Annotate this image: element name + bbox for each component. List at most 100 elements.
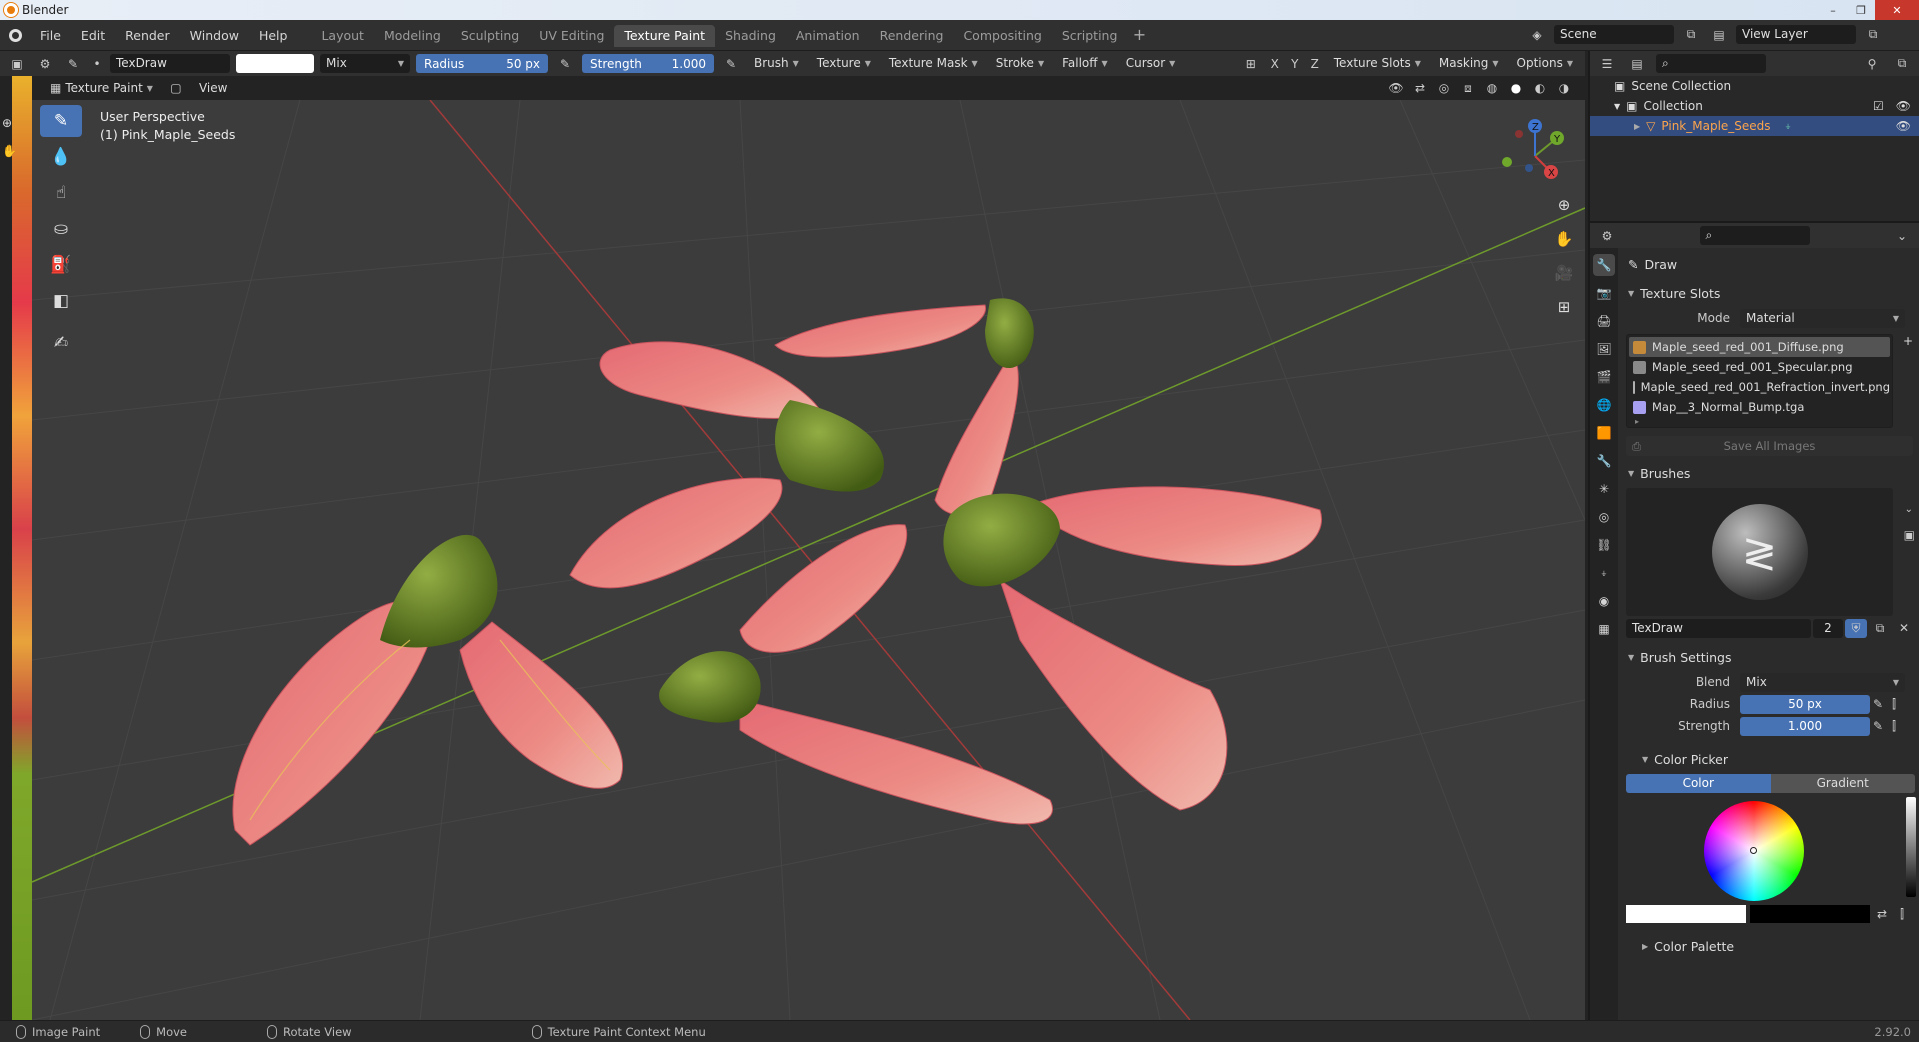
zoom-icon[interactable]: ⊕: [2, 116, 12, 130]
tab-scripting[interactable]: Scripting: [1052, 25, 1128, 47]
tab-color[interactable]: Color: [1626, 774, 1771, 793]
masking-menu[interactable]: Masking ▼: [1433, 54, 1505, 73]
view-layer-field[interactable]: View Layer: [1736, 25, 1856, 44]
mirror-x-toggle[interactable]: X: [1268, 54, 1282, 73]
stroke-menu[interactable]: Stroke ▼: [990, 54, 1050, 73]
brush-name-field[interactable]: TexDraw: [110, 54, 230, 73]
texture-slot-item[interactable]: Maple_seed_red_001_Diffuse.png: [1629, 337, 1890, 357]
color-wheel-cursor[interactable]: [1750, 847, 1757, 854]
falloff-menu[interactable]: Falloff ▼: [1056, 54, 1114, 73]
brush-icon[interactable]: ✎: [62, 54, 84, 73]
gizmo-toggle-icon[interactable]: ⇄: [1409, 79, 1431, 98]
object-tab-icon[interactable]: 🟧: [1593, 422, 1615, 444]
visibility-icon[interactable]: 👁: [1385, 79, 1407, 98]
constraints-tab-icon[interactable]: ⛓: [1593, 534, 1615, 556]
duplicate-brush-icon[interactable]: ⧉: [1869, 619, 1891, 638]
tab-rendering[interactable]: Rendering: [870, 25, 954, 47]
color-swatch[interactable]: [236, 54, 314, 73]
draw-brush-icon[interactable]: ✎: [40, 105, 82, 137]
brush-menu[interactable]: Brush ▼: [748, 54, 805, 73]
texture-slots-menu[interactable]: Texture Slots ▼: [1328, 54, 1427, 73]
tool-options-icon[interactable]: ⚙: [34, 54, 56, 73]
menu-help[interactable]: Help: [249, 20, 298, 51]
display-mode-icon[interactable]: ▤: [1626, 54, 1648, 73]
scene-tab-icon[interactable]: 🎬: [1593, 366, 1615, 388]
tab-modeling[interactable]: Modeling: [374, 25, 451, 47]
material-shading-icon[interactable]: ◐: [1529, 79, 1551, 98]
tab-animation[interactable]: Animation: [786, 25, 870, 47]
fake-user-shield-icon[interactable]: ⛨: [1845, 618, 1867, 638]
tool-tab-icon[interactable]: 🔧: [1593, 254, 1615, 276]
gizmo-neg-z-icon[interactable]: [1525, 164, 1533, 172]
options-menu[interactable]: Options ▼: [1511, 54, 1579, 73]
texture-tab-icon[interactable]: ▦: [1593, 618, 1615, 640]
strength-slider[interactable]: Strength 1.000: [582, 54, 714, 73]
symmetry-icon[interactable]: ⊞: [1240, 54, 1262, 73]
secondary-color-swatch[interactable]: [1750, 905, 1870, 923]
strength-pressure-toggle-icon[interactable]: ✎: [1870, 717, 1886, 736]
radius-slider[interactable]: Radius 50 px: [416, 54, 548, 73]
menu-render[interactable]: Render: [115, 20, 180, 51]
pan-view-icon[interactable]: ✋: [1551, 226, 1577, 252]
brush-radius-slider[interactable]: 50 px: [1740, 694, 1870, 714]
brush-users-count[interactable]: 2: [1813, 618, 1843, 638]
clone-stamp-icon[interactable]: ⛀: [40, 213, 82, 245]
3d-viewport[interactable]: ✎ 💧 ☝ ⛀ ⛽ ◧ ✍ User Perspective (1) Pink_…: [32, 100, 1585, 1020]
radius-unit-icon[interactable]: ⫿: [1886, 695, 1902, 714]
radius-pressure-toggle-icon[interactable]: ✎: [1870, 695, 1886, 714]
scene-field[interactable]: Scene: [1554, 25, 1674, 44]
add-workspace-button[interactable]: +: [1127, 25, 1151, 44]
gizmo-neg-x-icon[interactable]: [1515, 130, 1523, 138]
view-layer-icon[interactable]: ▤: [1708, 25, 1730, 44]
brushes-panel-header[interactable]: ▼ Brushes: [1620, 460, 1919, 486]
paint-mask-toggle[interactable]: ▢: [165, 79, 187, 98]
outliner-search-input[interactable]: ⌕: [1656, 54, 1766, 73]
navigation-gizmo[interactable]: Y Z X: [1495, 116, 1575, 196]
brush-list-dropdown-icon[interactable]: ⌄: [1905, 504, 1913, 515]
strength-unit-icon[interactable]: ⫿: [1886, 717, 1902, 736]
mask-icon[interactable]: ◧: [40, 285, 82, 317]
fill-bucket-icon[interactable]: ⛽: [40, 249, 82, 281]
properties-options-icon[interactable]: ⌄: [1891, 226, 1913, 245]
world-tab-icon[interactable]: 🌐: [1593, 394, 1615, 416]
menu-window[interactable]: Window: [180, 20, 249, 51]
brush-preview-area[interactable]: ≷: [1626, 488, 1893, 616]
tab-texture-paint[interactable]: Texture Paint: [614, 24, 716, 47]
physics-tab-icon[interactable]: ◎: [1593, 506, 1615, 528]
outliner-row-scene-collection[interactable]: ▣ Scene Collection: [1590, 76, 1919, 96]
zoom-view-icon[interactable]: ⊕: [1551, 192, 1577, 218]
tab-shading[interactable]: Shading: [715, 25, 786, 47]
new-view-layer-icon[interactable]: ⧉: [1862, 25, 1884, 44]
hand-icon[interactable]: ✋: [2, 144, 17, 158]
color-picker-panel-header[interactable]: ▼ Color Picker: [1620, 746, 1919, 772]
scene-icon[interactable]: ◈: [1526, 25, 1548, 44]
color-pressure-icon[interactable]: ⫿: [1894, 905, 1910, 924]
camera-view-icon[interactable]: 🎥: [1551, 260, 1577, 286]
mirror-z-toggle[interactable]: Z: [1308, 54, 1322, 73]
xray-toggle-icon[interactable]: ⧈: [1457, 79, 1479, 98]
brush-image-icon[interactable]: ▣: [1904, 528, 1915, 542]
close-button[interactable]: ✕: [1875, 0, 1919, 20]
material-tab-icon[interactable]: ◉: [1593, 590, 1615, 612]
blend-dropdown[interactable]: Mix ▼: [320, 54, 410, 73]
menu-file[interactable]: File: [30, 20, 71, 51]
ortho-toggle-icon[interactable]: ⊞: [1551, 294, 1577, 320]
texture-slot-item[interactable]: Maple_seed_red_001_Refraction_invert.png: [1629, 377, 1890, 397]
tab-compositing[interactable]: Compositing: [953, 25, 1051, 47]
texture-menu[interactable]: Texture ▼: [811, 54, 877, 73]
add-texture-slot-button[interactable]: +: [1903, 334, 1913, 348]
texture-slot-item[interactable]: Map__3_Normal_Bump.tga: [1629, 397, 1890, 417]
view-menu[interactable]: View: [193, 79, 233, 98]
collection-checkbox[interactable]: ☑: [1873, 99, 1884, 113]
expand-object-icon[interactable]: ▶: [1634, 122, 1640, 131]
texture-slots-panel-header[interactable]: ▼ Texture Slots: [1620, 280, 1919, 306]
output-tab-icon[interactable]: 🖨: [1593, 310, 1615, 332]
texture-mode-dropdown[interactable]: Material ▼: [1740, 308, 1905, 328]
view-layer-tab-icon[interactable]: 🖼: [1593, 338, 1615, 360]
save-all-images-button[interactable]: ⎙ Save All Images: [1626, 436, 1913, 456]
wireframe-shading-icon[interactable]: ◍: [1481, 79, 1503, 98]
new-scene-icon[interactable]: ⧉: [1680, 25, 1702, 44]
viewport-scene[interactable]: [32, 100, 1585, 1020]
annotate-icon[interactable]: ✍: [40, 327, 82, 359]
brush-blend-dropdown[interactable]: Mix ▼: [1740, 672, 1905, 692]
